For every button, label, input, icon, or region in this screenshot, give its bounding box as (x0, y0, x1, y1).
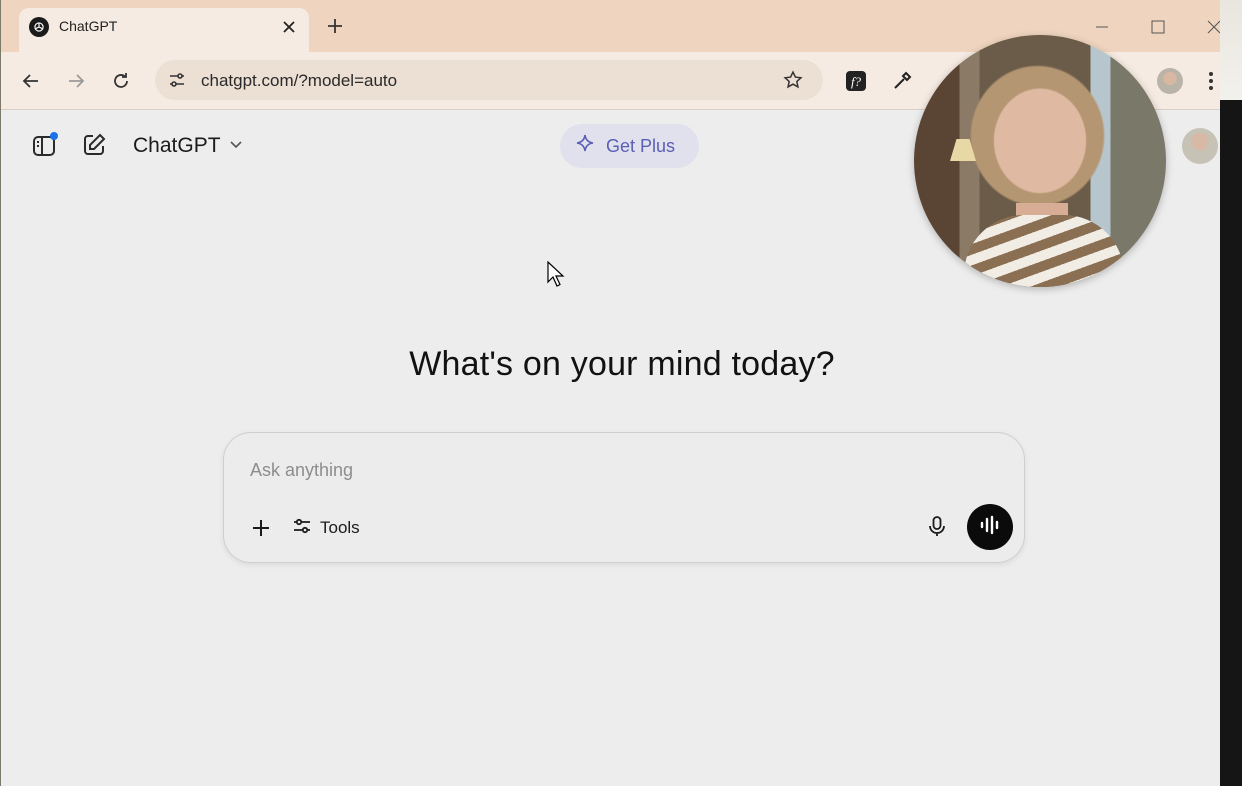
webcam-overlay (914, 35, 1166, 287)
tab-title: ChatGPT (59, 18, 118, 34)
formula-extension-icon[interactable]: f? (841, 66, 871, 96)
tools-label: Tools (320, 518, 360, 537)
voice-waveform-icon (979, 515, 1001, 540)
sparkle-icon (574, 133, 596, 160)
window-close-icon[interactable] (1201, 14, 1220, 40)
new-tab-button[interactable] (321, 12, 349, 40)
model-switcher[interactable]: ChatGPT (133, 133, 243, 159)
openai-logo-icon (29, 17, 49, 37)
maximize-icon[interactable] (1145, 14, 1171, 40)
notification-dot (50, 132, 58, 140)
minimize-icon[interactable] (1089, 14, 1115, 40)
get-plus-button[interactable]: Get Plus (560, 124, 699, 168)
tools-button[interactable]: Tools (292, 513, 360, 543)
voice-mode-button[interactable] (967, 504, 1013, 550)
page-title: What's on your mind today? (409, 345, 835, 383)
desktop-edge (1220, 0, 1242, 786)
reload-button[interactable] (105, 65, 137, 97)
account-avatar[interactable] (1182, 128, 1218, 164)
microphone-button[interactable] (922, 513, 952, 543)
prompt-input[interactable] (250, 455, 930, 485)
tab-chatgpt[interactable]: ChatGPT (19, 8, 309, 52)
bookmark-star-icon[interactable] (779, 66, 807, 94)
chevron-down-icon (229, 137, 243, 156)
url-text[interactable]: chatgpt.com/?model=auto (201, 71, 397, 91)
attach-button[interactable] (246, 513, 276, 543)
back-button[interactable] (15, 65, 47, 97)
get-plus-label: Get Plus (606, 135, 676, 156)
sliders-icon (292, 516, 312, 541)
browser-window: ChatGPT chatgpt.com/?model=auto f? ChatG… (0, 0, 1220, 786)
tab-close-icon[interactable] (277, 15, 301, 39)
address-bar[interactable]: chatgpt.com/?model=auto (155, 60, 823, 100)
profile-avatar[interactable] (1155, 66, 1185, 96)
site-info-icon[interactable] (163, 66, 191, 94)
forward-button[interactable] (60, 65, 92, 97)
prompt-composer: Tools (223, 432, 1025, 563)
new-chat-button[interactable] (77, 128, 111, 162)
model-name: ChatGPT (133, 134, 221, 157)
sidebar-toggle-button[interactable] (27, 128, 61, 162)
mouse-cursor (547, 260, 565, 292)
browser-menu-icon[interactable] (1201, 66, 1220, 96)
microphone-icon (927, 515, 947, 542)
svg-text:f?: f? (851, 74, 862, 89)
eyedropper-icon[interactable] (887, 66, 917, 96)
webcam-lamp (950, 139, 976, 161)
webcam-shirt (964, 215, 1124, 287)
